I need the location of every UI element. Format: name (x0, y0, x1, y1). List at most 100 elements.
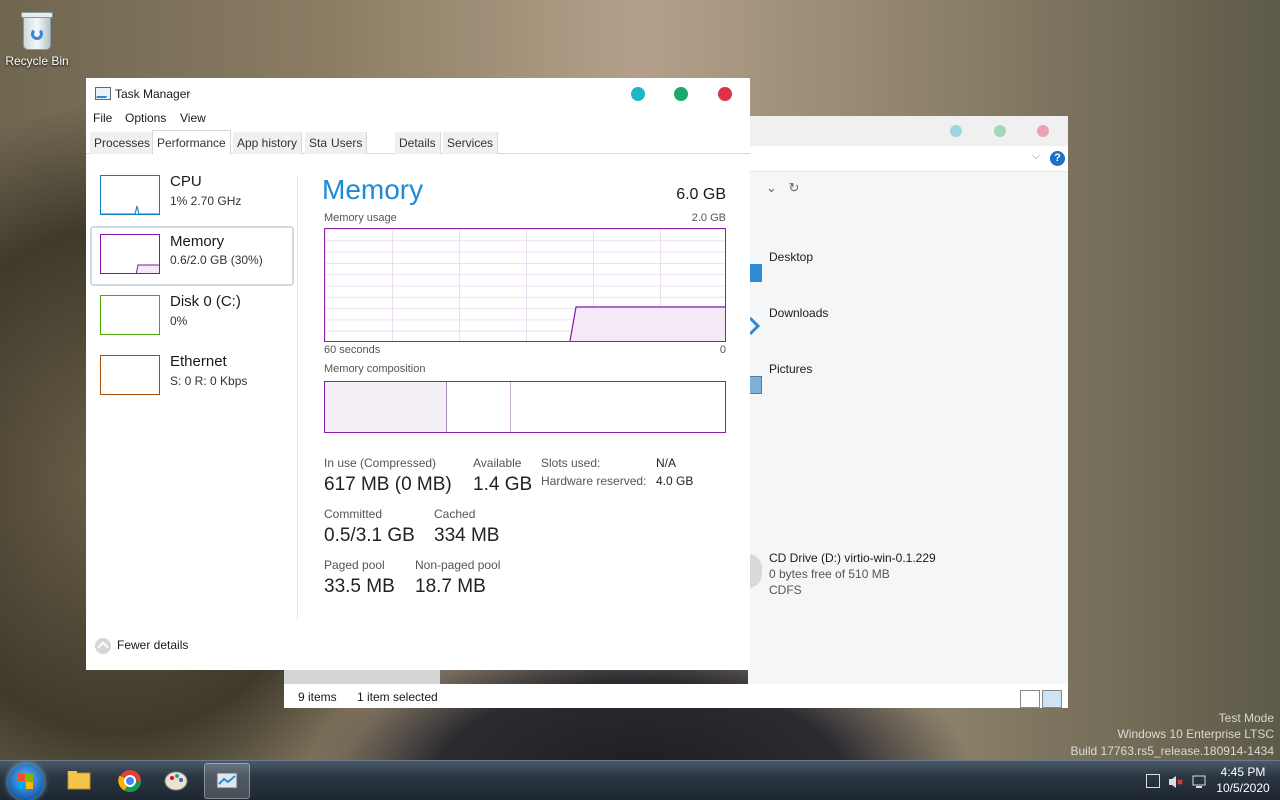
clock-time: 4:45 PM (1220, 765, 1266, 779)
stat-cached: Cached 334 MB (434, 507, 499, 547)
clock-date: 10/5/2020 (1216, 781, 1270, 795)
explorer-minimize-button[interactable] (950, 125, 962, 137)
taskbar-task-manager[interactable] (204, 763, 250, 799)
sidebar-item-ethernet[interactable]: Ethernet S: 0 R: 0 Kbps (91, 350, 293, 408)
memory-composition-label: Memory composition (324, 363, 426, 375)
sidebar-item-value: 0% (170, 314, 188, 328)
status-item-count: 9 items (298, 690, 337, 704)
watermark-build: Build 17763.rs5_release.180914-1434 (1070, 744, 1275, 758)
graph-time-right: 0 (719, 344, 726, 356)
paint-icon (164, 771, 188, 791)
stat-paged-value: 33.5 MB (324, 576, 395, 597)
close-button[interactable] (718, 87, 732, 101)
stat-committed: Committed 0.5/3.1 GB (324, 507, 415, 547)
menu-options[interactable]: Options (125, 111, 166, 125)
sidebar-item-value: 1% 2.70 GHz (170, 194, 242, 208)
tab-app-history[interactable]: App history (233, 132, 303, 154)
stat-available-value: 1.4 GB (473, 474, 533, 495)
sidebar-divider (297, 176, 298, 620)
stat-committed-label: Committed (324, 507, 383, 521)
folder-icon (67, 771, 91, 790)
sidebar-item-name: Disk 0 (C:) (170, 293, 241, 310)
memory-usage-label: Memory usage (324, 212, 397, 224)
cd-drive-fs: CDFS (769, 583, 802, 597)
menu-view[interactable]: View (180, 111, 206, 125)
details-view-icon[interactable] (1020, 690, 1040, 708)
tab-strip: Processes Performance App history Startu… (86, 130, 750, 155)
slots-used-label: Slots used: (541, 456, 601, 470)
memory-usage-graph (324, 228, 726, 342)
explorer-ribbon: ⌵ ? (748, 146, 1068, 172)
minimize-button[interactable] (631, 87, 645, 101)
stat-nonpaged-pool: Non-paged pool 18.7 MB (415, 558, 500, 598)
recycle-bin-icon (19, 10, 55, 50)
fewer-details-button[interactable]: Fewer details (95, 638, 188, 654)
stat-paged-label: Paged pool (324, 558, 385, 572)
sidebar-item-memory[interactable]: Memory 0.6/2.0 GB (30%) (90, 226, 294, 286)
stat-nonpaged-value: 18.7 MB (415, 576, 486, 597)
stat-paged-pool: Paged pool 33.5 MB (324, 558, 395, 598)
sidebar-item-name: Ethernet (170, 353, 227, 370)
memory-usage-max: 2.0 GB (691, 212, 726, 224)
memory-composition-bar (324, 381, 726, 433)
task-manager-window: Task Manager File Options View Processes… (86, 78, 750, 670)
tab-processes[interactable]: Processes (90, 132, 156, 154)
taskbar-chrome[interactable] (107, 763, 153, 799)
window-title: Task Manager (115, 87, 191, 101)
folder-downloads[interactable]: Downloads (769, 306, 828, 320)
explorer-titlebar (748, 116, 1068, 146)
hardware-reserved-label: Hardware reserved: (541, 474, 647, 488)
sidebar-item-disk[interactable]: Disk 0 (C:) 0% (91, 290, 293, 348)
network-icon[interactable] (1192, 774, 1206, 788)
recycle-bin-shortcut[interactable]: Recycle Bin (4, 6, 70, 68)
stat-cached-value: 334 MB (434, 525, 500, 546)
composition-in-use (325, 382, 447, 432)
status-selected: 1 item selected (357, 690, 438, 704)
large-icons-view-icon[interactable] (1042, 690, 1062, 708)
folder-pictures[interactable]: Pictures (769, 362, 812, 376)
tab-performance[interactable]: Performance (152, 130, 231, 155)
explorer-close-button[interactable] (1037, 125, 1049, 137)
menu-file[interactable]: File (93, 111, 112, 125)
menu-bar: File Options View (86, 108, 750, 128)
cd-drive-name: CD Drive (D:) virtio-win-0.1.229 (769, 551, 936, 565)
stat-in-use-value: 617 MB (0 MB) (324, 474, 452, 495)
stat-nonpaged-label: Non-paged pool (415, 558, 501, 572)
cd-drive-item[interactable]: CD Drive (D:) virtio-win-0.1.229 0 bytes… (769, 550, 936, 598)
taskbar-file-explorer[interactable] (56, 763, 102, 799)
downloads-folder-icon (748, 316, 762, 336)
taskbar-paint[interactable] (153, 763, 199, 799)
file-explorer-window: ⌵ ? ⌄ ↻ Desktop Downloads Pictures CD Dr… (748, 116, 1068, 708)
page-title: Memory (322, 174, 424, 205)
watermark-test-mode: Test Mode (1218, 711, 1274, 725)
refresh-icon[interactable]: ↻ (789, 180, 800, 195)
task-manager-titlebar[interactable]: Task Manager (86, 78, 750, 108)
help-icon[interactable]: ? (1050, 151, 1065, 166)
chevron-down-icon[interactable]: ⌵ (1032, 150, 1040, 163)
explorer-scrollbar-thumb[interactable] (284, 670, 440, 684)
cd-drive-free: 0 bytes free of 510 MB (769, 567, 890, 581)
explorer-maximize-button[interactable] (994, 125, 1006, 137)
start-button[interactable] (8, 764, 44, 800)
tab-users[interactable]: Users (327, 132, 368, 154)
disk-thumbnail-graph (100, 295, 160, 335)
action-center-icon[interactable] (1146, 774, 1160, 788)
volume-muted-icon[interactable] (1168, 774, 1183, 788)
chevron-down-icon[interactable]: ⌄ (766, 180, 777, 195)
tab-services[interactable]: Services (443, 132, 499, 154)
stat-committed-value: 0.5/3.1 GB (324, 525, 415, 546)
task-manager-icon (216, 772, 238, 789)
tab-details[interactable]: Details (395, 132, 441, 154)
stat-available-label: Available (473, 456, 522, 470)
maximize-button[interactable] (674, 87, 688, 101)
chrome-icon (118, 770, 141, 792)
task-manager-icon (95, 87, 111, 100)
fewer-details-label: Fewer details (117, 638, 189, 653)
system-clock[interactable]: 4:45 PM 10/5/2020 (1214, 764, 1272, 796)
stat-in-use: In use (Compressed) 617 MB (0 MB) (324, 456, 452, 496)
folder-desktop[interactable]: Desktop (769, 250, 813, 264)
recycle-bin-label: Recycle Bin (5, 54, 69, 68)
sidebar-item-name: CPU (170, 173, 202, 190)
sidebar-item-cpu[interactable]: CPU 1% 2.70 GHz (91, 170, 293, 228)
sidebar-item-value: S: 0 R: 0 Kbps (170, 374, 248, 388)
